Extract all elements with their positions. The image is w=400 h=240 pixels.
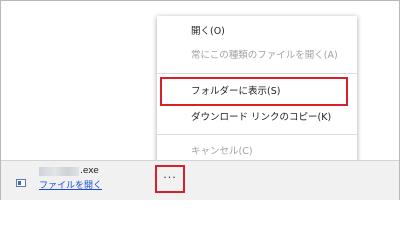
more-options-button[interactable]: ···	[155, 165, 185, 193]
file-extension: .exe	[80, 166, 99, 176]
exe-file-icon	[16, 179, 26, 187]
menu-separator	[157, 134, 357, 135]
highlight-box	[160, 77, 348, 106]
more-dots-icon: ···	[163, 171, 177, 184]
menu-item-open[interactable]: 開く(O)	[157, 20, 357, 44]
menu-item-label: ダウンロード リンクのコピー(K)	[191, 112, 332, 123]
menu-separator	[157, 73, 357, 74]
menu-item-label: 開く(O)	[191, 26, 225, 37]
menu-item-always-open: 常にこの種類のファイルを開く(A)	[157, 44, 357, 68]
menu-item-copy-link[interactable]: ダウンロード リンクのコピー(K)	[157, 106, 357, 130]
menu-item-label: 常にこの種類のファイルを開く(A)	[191, 50, 338, 61]
file-name-redacted	[39, 167, 79, 176]
open-file-link[interactable]: ファイルを開く	[39, 180, 102, 192]
